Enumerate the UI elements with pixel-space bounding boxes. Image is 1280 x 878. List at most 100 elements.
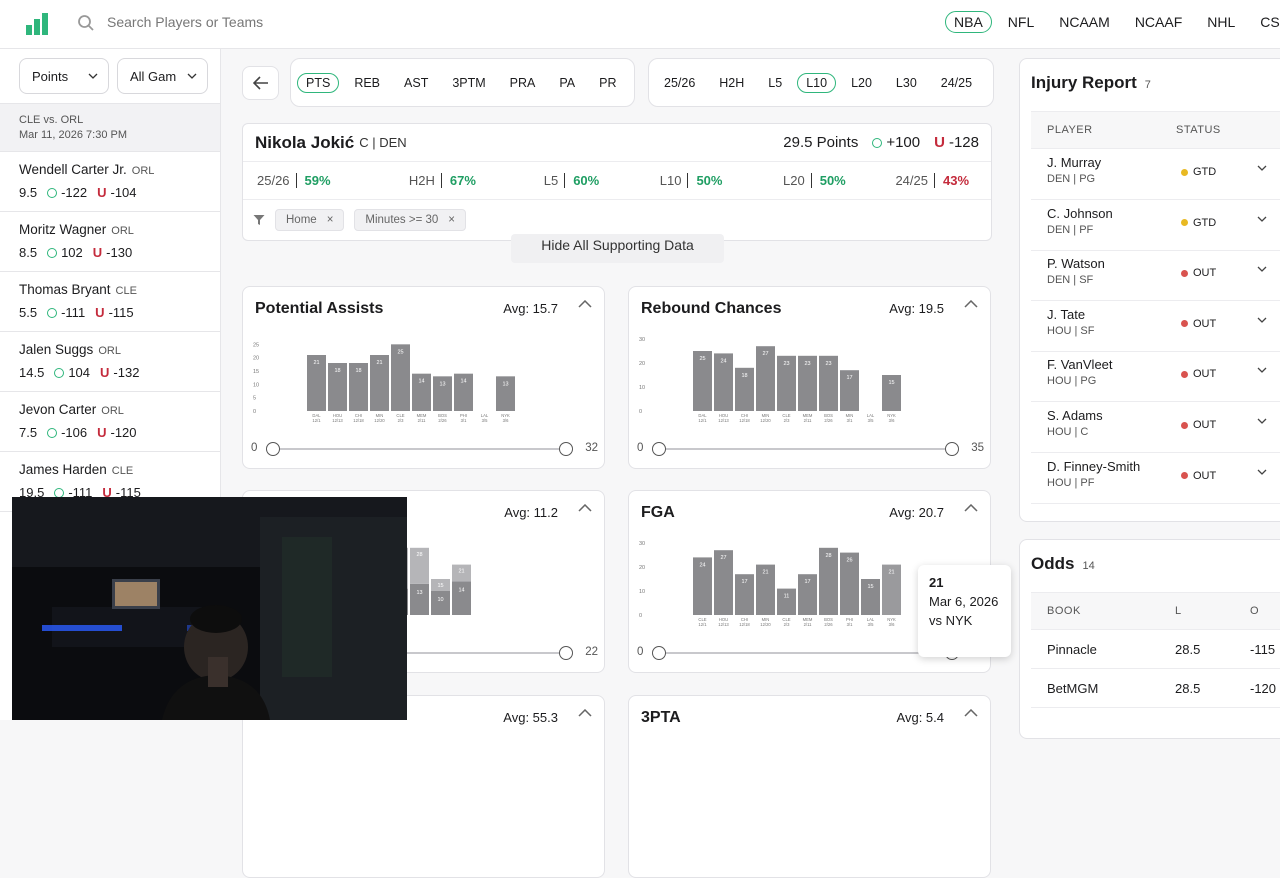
under-odds[interactable]: U -120 (97, 425, 136, 440)
range-tab-l30[interactable]: L30 (887, 73, 926, 93)
odds-over[interactable]: -120 (1250, 681, 1276, 696)
range-slider[interactable]: 0 35 (637, 442, 984, 456)
stat-select[interactable]: Points (19, 58, 109, 94)
over-odds[interactable]: -111 (47, 305, 85, 320)
chevron-down-icon[interactable] (1257, 266, 1267, 273)
range-slider[interactable]: 0 32 (251, 442, 598, 456)
chevron-up-icon[interactable] (578, 300, 592, 308)
injury-row[interactable]: F. VanVleet HOU | PG OUT (1031, 351, 1280, 403)
over-odds[interactable]: -106 (47, 425, 87, 440)
logo-icon[interactable] (26, 13, 50, 40)
chevron-down-icon[interactable] (1257, 367, 1267, 374)
injury-row[interactable]: D. Finney-Smith HOU | PF OUT (1031, 453, 1280, 504)
game-header[interactable]: CLE vs. ORL Mar 11, 2026 7:30 PM (0, 104, 220, 152)
hide-supporting-data-button[interactable]: Hide All Supporting Data (511, 234, 724, 263)
chevron-down-icon[interactable] (1257, 418, 1267, 424)
odds-row[interactable]: BetMGM 28.5 -120 (1031, 669, 1280, 708)
under-odds-value: -128 (948, 134, 979, 151)
chevron-down-icon[interactable] (1257, 216, 1267, 222)
bar-lower (410, 583, 429, 615)
slider-min-handle[interactable] (266, 442, 280, 456)
hit-rate-label: L5 (544, 173, 566, 188)
under-odds[interactable]: U -130 (93, 245, 132, 260)
hit-rate-label: 25/26 (257, 173, 297, 188)
range-tab-l20[interactable]: L20 (842, 73, 881, 93)
prop-line: 5.5 (19, 305, 38, 320)
close-icon[interactable]: × (327, 214, 334, 226)
slider-track (659, 448, 952, 450)
range-tab-24-25[interactable]: 24/25 (932, 73, 981, 93)
injury-row[interactable]: P. Watson DEN | SF OUT (1031, 250, 1280, 302)
league-csgo[interactable]: CSGO (1251, 11, 1280, 33)
player-list-item[interactable]: Moritz Wagner ORL 8.5 102 U -130 (0, 212, 220, 272)
chevron-down-icon[interactable] (1257, 317, 1267, 323)
close-icon[interactable]: × (448, 214, 455, 226)
league-nba[interactable]: NBA (945, 11, 992, 33)
tab-reb[interactable]: REB (345, 73, 389, 93)
game-datetime: Mar 11, 2026 7:30 PM (19, 129, 128, 141)
range-tab-l5[interactable]: L5 (759, 73, 791, 93)
slider-min-handle[interactable] (652, 442, 666, 456)
league-nfl[interactable]: NFL (999, 11, 1043, 33)
filter-chip[interactable]: Minutes >= 30 × (354, 209, 467, 231)
player-list-item[interactable]: Jalen Suggs ORL 14.5 104 U -132 (0, 332, 220, 392)
over-odds[interactable]: +100 (872, 134, 920, 151)
tab-3ptm[interactable]: 3PTM (443, 73, 494, 93)
under-odds[interactable]: U -132 (100, 365, 139, 380)
search-input[interactable] (107, 14, 507, 30)
chevron-down-icon[interactable] (1257, 469, 1267, 475)
player-list-item[interactable]: Jevon Carter ORL 7.5 -106 U -120 (0, 392, 220, 452)
under-odds[interactable]: U -115 (95, 305, 133, 320)
odds-over[interactable]: -115 (1250, 642, 1275, 657)
card-avg: Avg: 11.2 (504, 505, 558, 520)
injury-row[interactable]: S. Adams HOU | C OUT (1031, 402, 1280, 453)
under-odds[interactable]: U -104 (97, 185, 136, 200)
x-tick-label: 12/20 (760, 622, 771, 627)
tab-ast[interactable]: AST (395, 73, 437, 93)
under-odds[interactable]: U -128 (934, 134, 979, 151)
filter-chip[interactable]: Home × (275, 209, 345, 231)
player-row-header: Jalen Suggs ORL (19, 341, 201, 359)
over-odds[interactable]: 102 (47, 245, 83, 260)
slider-min-handle[interactable] (652, 646, 666, 660)
injury-row[interactable]: C. Johnson DEN | PF GTD (1031, 200, 1280, 251)
range-tab-25-26[interactable]: 25/26 (655, 73, 704, 93)
player-pos-team: C | DEN (359, 135, 407, 150)
chevron-up-icon[interactable] (964, 709, 978, 717)
slider-max-handle[interactable] (945, 442, 959, 456)
y-tick-label: 20 (639, 565, 645, 571)
chevron-up-icon[interactable] (964, 300, 978, 308)
prop-line: 7.5 (19, 425, 38, 440)
back-button[interactable] (242, 66, 279, 100)
range-tab-l10[interactable]: L10 (797, 72, 837, 93)
injury-row[interactable]: J. Tate HOU | SF OUT (1031, 301, 1280, 352)
tab-pa[interactable]: PA (550, 73, 584, 93)
chevron-up-icon[interactable] (578, 709, 592, 717)
odds-row[interactable]: Pinnacle 28.5 -115 (1031, 630, 1280, 669)
chevron-up-icon[interactable] (964, 504, 978, 512)
league-ncaam[interactable]: NCAAM (1050, 11, 1119, 33)
slider-max-handle[interactable] (559, 646, 573, 660)
player-list-item[interactable]: Wendell Carter Jr. ORL 9.5 -122 U -104 (0, 152, 220, 212)
slider-max-handle[interactable] (559, 442, 573, 456)
league-ncaaf[interactable]: NCAAF (1126, 11, 1191, 33)
player-list-item[interactable]: Thomas Bryant CLE 5.5 -111 U -115 (0, 272, 220, 332)
tab-pra[interactable]: PRA (501, 73, 545, 93)
injury-player-team: HOU | PF (1047, 476, 1095, 489)
player-line: 9.5 -122 U -104 (19, 185, 201, 200)
tab-pts[interactable]: PTS (297, 72, 340, 93)
games-select[interactable]: All Gam (117, 58, 208, 94)
chevron-up-icon[interactable] (578, 504, 592, 512)
range-tab-h2h[interactable]: H2H (710, 73, 753, 93)
x-tick-label: 12/20 (374, 418, 385, 423)
over-odds[interactable]: -122 (47, 185, 87, 200)
hit-rate-label: 24/25 (895, 173, 935, 188)
over-odds[interactable]: 104 (54, 365, 90, 380)
chevron-down-icon[interactable] (1257, 165, 1267, 171)
bar-value-label: 21 (888, 570, 894, 576)
status-dot-icon (1181, 472, 1188, 480)
tab-pr[interactable]: PR (590, 73, 625, 93)
league-nhl[interactable]: NHL (1198, 11, 1244, 33)
filter-icon[interactable] (253, 214, 265, 226)
injury-row[interactable]: J. Murray DEN | PG GTD (1031, 149, 1280, 200)
